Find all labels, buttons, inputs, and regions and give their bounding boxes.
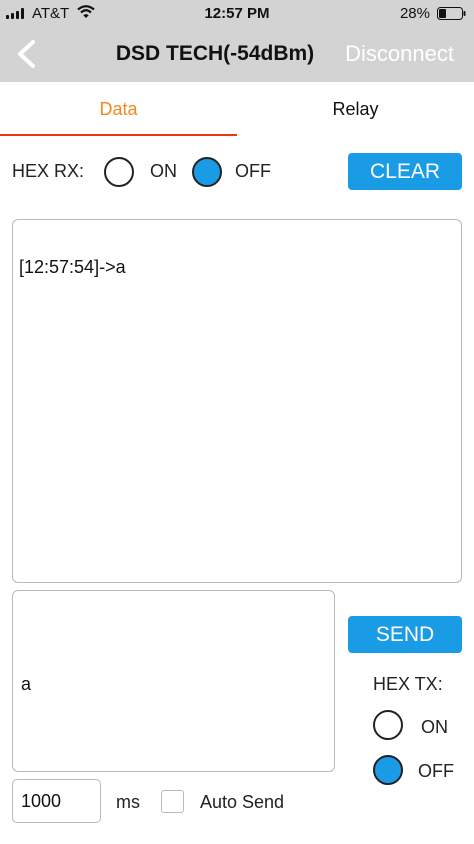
receive-log-text: [12:57:54]->a: [19, 257, 126, 277]
send-interval-input[interactable]: 1000: [12, 779, 101, 823]
send-button[interactable]: SEND: [348, 616, 462, 653]
hex-tx-off-radio[interactable]: [373, 755, 403, 785]
hex-tx-off-label: OFF: [418, 761, 454, 781]
hex-tx-on-label: ON: [421, 717, 448, 737]
auto-send-label: Auto Send: [200, 792, 285, 812]
status-bar: AT&T 12:57 PM 28%: [0, 0, 474, 26]
battery-icon: [437, 7, 466, 20]
auto-send-checkbox[interactable]: [161, 790, 184, 813]
device-title: DSD TECH(-54dBm): [115, 42, 315, 65]
hex-rx-on-label: ON: [150, 161, 177, 181]
send-text-value: a: [21, 674, 32, 694]
send-text-area[interactable]: [12, 590, 335, 772]
disconnect-button[interactable]: Disconnect: [345, 41, 454, 67]
active-tab-indicator: [0, 134, 237, 136]
hex-rx-off-label: OFF: [235, 161, 271, 181]
navigation-bar: DSD TECH(-54dBm) Disconnect: [0, 26, 474, 82]
tab-relay[interactable]: Relay: [237, 82, 474, 134]
hex-tx-label: HEX TX:: [373, 674, 443, 694]
hex-rx-on-radio[interactable]: [104, 157, 134, 187]
battery-percent: 28%: [399, 5, 430, 22]
interval-unit-label: ms: [116, 792, 140, 812]
hex-rx-off-radio[interactable]: [192, 157, 222, 187]
hex-tx-on-radio[interactable]: [373, 710, 403, 740]
back-chevron-icon[interactable]: [14, 40, 38, 68]
hex-rx-label: HEX RX:: [12, 161, 85, 181]
tab-data[interactable]: Data: [0, 82, 237, 134]
clear-button[interactable]: CLEAR: [348, 153, 462, 190]
